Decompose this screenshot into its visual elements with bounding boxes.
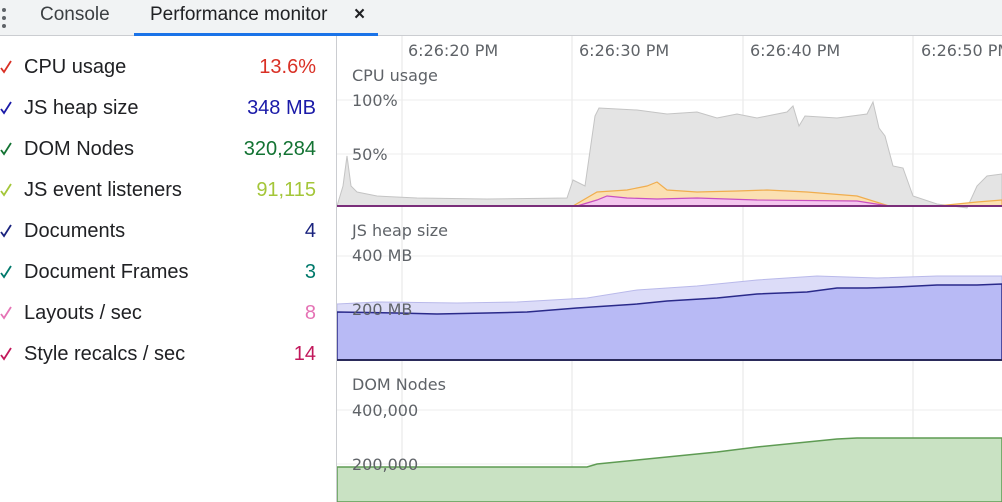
metric-value: 14 — [293, 343, 316, 365]
metric-label: JS event listeners — [24, 179, 182, 201]
heap-axis-label-200: 200 MB — [352, 300, 412, 319]
time-gridlines — [401, 36, 914, 502]
checkmark-icon — [0, 306, 12, 320]
metric-value: 13.6% — [259, 56, 316, 78]
metric-style-recalcs-per-sec[interactable]: Style recalcs / sec 14 — [0, 335, 330, 376]
charts-area: 6:26:20 PM 6:26:30 PM 6:26:40 PM 6:26:50… — [337, 36, 1002, 502]
metric-dom-nodes[interactable]: DOM Nodes 320,284 — [0, 130, 330, 171]
checkmark-icon — [0, 183, 12, 197]
dom-axis-label-400000: 400,000 — [352, 401, 418, 420]
metric-value: 320,284 — [243, 138, 316, 160]
dom-chart-title: DOM Nodes — [352, 375, 446, 394]
metric-label: DOM Nodes — [24, 138, 135, 160]
metric-label: Style recalcs / sec — [24, 343, 186, 365]
more-options-icon[interactable] — [0, 6, 10, 30]
time-label: 6:26:30 PM — [579, 41, 669, 60]
cpu-axis-label-50: 50% — [352, 145, 388, 164]
heap-axis-label-400: 400 MB — [352, 246, 412, 265]
checkmark-icon — [0, 224, 12, 238]
cpu-chart-title: CPU usage — [352, 66, 438, 85]
tab-performance-monitor-label: Performance monitor — [150, 4, 328, 25]
checkmark-icon — [0, 101, 12, 115]
checkmark-icon — [0, 142, 12, 156]
metric-label: Layouts / sec — [24, 302, 142, 324]
metric-label: CPU usage — [24, 56, 127, 78]
metric-label: JS heap size — [24, 97, 139, 119]
heap-chart: JS heap size 400 MB 200 MB — [337, 221, 1002, 361]
tab-performance-monitor[interactable]: Performance monitor × — [134, 0, 378, 36]
metric-value: 8 — [304, 302, 316, 324]
time-label: 6:26:40 PM — [750, 41, 840, 60]
metric-label: Documents — [24, 220, 126, 242]
metric-document-frames[interactable]: Document Frames 3 — [0, 253, 330, 294]
time-label: 6:26:50 PM — [921, 41, 1002, 60]
cpu-chart: CPU usage 100% 50% — [337, 66, 1002, 209]
metric-value: 3 — [304, 261, 316, 283]
dom-chart: DOM Nodes 400,000 200,000 — [337, 375, 1002, 502]
metric-js-heap-size[interactable]: JS heap size 348 MB — [0, 89, 330, 130]
metric-js-event-listeners[interactable]: JS event listeners 91,115 — [0, 171, 330, 212]
close-icon[interactable]: × — [354, 0, 365, 30]
checkmark-icon — [0, 347, 12, 361]
heap-chart-title: JS heap size — [351, 221, 448, 240]
time-label: 6:26:20 PM — [408, 41, 498, 60]
tab-bar: Console Performance monitor × — [0, 0, 1002, 36]
charts-svg: 6:26:20 PM 6:26:30 PM 6:26:40 PM 6:26:50… — [337, 36, 1002, 502]
metric-label: Document Frames — [24, 261, 189, 283]
dom-area — [337, 437, 1002, 502]
metric-documents[interactable]: Documents 4 — [0, 212, 330, 253]
tab-console[interactable]: Console — [40, 0, 110, 36]
metric-value: 91,115 — [256, 179, 316, 201]
metric-cpu-usage[interactable]: CPU usage 13.6% — [0, 48, 330, 89]
metric-layouts-per-sec[interactable]: Layouts / sec 8 — [0, 294, 330, 335]
checkmark-icon — [0, 60, 12, 74]
dom-axis-label-200000: 200,000 — [352, 455, 418, 474]
cpu-axis-label-100: 100% — [352, 91, 398, 110]
checkmark-icon — [0, 265, 12, 279]
metrics-list: CPU usage 13.6% JS heap size 348 MB DOM … — [0, 36, 336, 502]
metric-value: 4 — [304, 220, 316, 242]
metric-value: 348 MB — [247, 97, 316, 119]
